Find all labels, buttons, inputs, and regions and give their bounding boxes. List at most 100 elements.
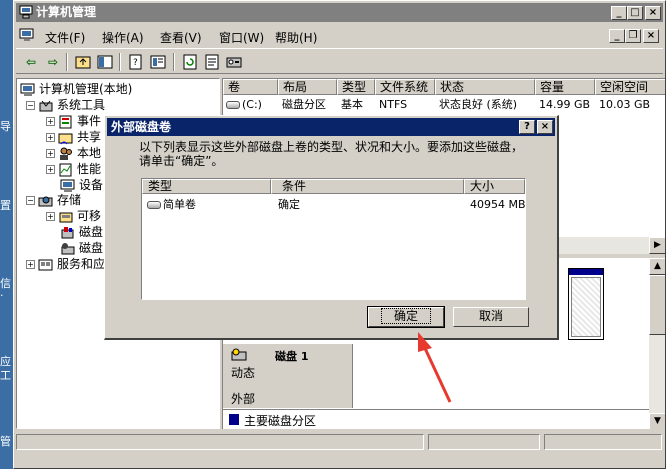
dialog-message-line: 请单击“确定”。 (139, 154, 224, 168)
window-titlebar[interactable]: 计算机管理 _ □ × (16, 3, 663, 22)
scroll-thumb[interactable] (649, 275, 665, 335)
tree-node-device-manager[interactable]: 设备 (60, 177, 103, 193)
list-header-size[interactable]: 大小 (464, 179, 525, 194)
status-cell: 状态良好 (系统) (439, 98, 518, 111)
annotation-arrow-head (418, 332, 432, 352)
back-arrow-icon[interactable]: ⇦ (22, 53, 40, 71)
list-cell-size: 40954 MB (470, 198, 526, 211)
scroll-up-button[interactable]: ▲ (649, 258, 665, 275)
scroll-right-button[interactable]: ▶ (649, 237, 665, 254)
expand-icon[interactable]: + (46, 117, 55, 126)
refresh-icon[interactable] (181, 53, 199, 71)
list-header-condition[interactable]: 条件 (271, 179, 464, 194)
mmc-doc-icon[interactable] (19, 28, 35, 42)
status-section (544, 434, 662, 450)
column-header-type[interactable]: 类型 (337, 79, 375, 95)
disk-status: 动态 (231, 366, 256, 380)
ok-button[interactable]: 确定 (367, 306, 445, 328)
dialog-titlebar[interactable]: 外部磁盘卷 ? × (107, 118, 555, 136)
removable-storage-icon (59, 212, 73, 222)
expand-icon[interactable]: + (46, 165, 55, 174)
tree-node-system-tools[interactable]: − 系统工具 (26, 97, 105, 113)
show-hide-tree-icon[interactable] (96, 53, 114, 71)
annotation-arrow (418, 332, 452, 403)
ok-button-label: 确定 (380, 308, 431, 324)
up-folder-icon[interactable] (74, 53, 92, 71)
dynamic-disk-icon (231, 348, 247, 361)
tree-node-local-users[interactable]: + 本地 (46, 145, 101, 161)
free-space-cell: 10.03 GB (599, 98, 651, 111)
mdi-minimize-button[interactable]: _ (609, 29, 625, 43)
forward-arrow-icon[interactable]: ⇨ (44, 53, 62, 71)
column-header-volume[interactable]: 卷 (223, 79, 278, 95)
annotation-arrow-shaft (421, 343, 452, 403)
tree-node-shared-folders[interactable]: + 共享 (46, 129, 101, 145)
status-bar (16, 432, 663, 452)
event-viewer-icon (59, 115, 72, 128)
expand-icon[interactable]: + (46, 133, 55, 142)
desktop-icon-label: · (0, 289, 4, 302)
expand-icon[interactable]: + (46, 212, 55, 221)
volume-name: (C:) (242, 98, 262, 111)
tree-node-label: 磁盘 (79, 241, 104, 255)
tree-node-root[interactable]: 计算机管理(本地) (20, 81, 132, 97)
properties-help-icon[interactable]: ? (127, 53, 145, 71)
legend-swatch (229, 414, 239, 425)
cancel-button[interactable]: 取消 (453, 307, 529, 327)
menu-file[interactable]: 文件(F) (45, 29, 85, 46)
filesystem-cell: NTFS (379, 98, 408, 111)
details-view-icon[interactable] (149, 53, 167, 71)
legend-bar: 主要磁盘分区 (223, 409, 649, 429)
tree-node-label: 事件 (77, 114, 102, 128)
list-cell-type: 简单卷 (147, 197, 196, 212)
device-manager-icon (60, 179, 75, 192)
computer-icon (20, 83, 35, 96)
column-header-free-space[interactable]: 空闲空间 (595, 79, 665, 95)
export-list-icon[interactable] (203, 53, 221, 71)
disk-info-block[interactable]: 磁盘 1 动态 外部 (223, 344, 353, 408)
shared-folder-icon (58, 133, 73, 144)
column-header-status[interactable]: 状态 (435, 79, 535, 95)
dialog-close-button[interactable]: × (537, 120, 553, 134)
tree-node-removable-storage[interactable]: + 可移 (46, 208, 101, 224)
tree-node-storage[interactable]: − 存储 (26, 192, 81, 208)
tools-icon (39, 100, 53, 111)
disk-management-icon (61, 242, 75, 254)
scroll-down-button[interactable]: ▼ (649, 413, 665, 429)
help-button[interactable]: ? (519, 120, 535, 134)
status-section-main (16, 434, 424, 450)
column-header-capacity[interactable]: 容量 (535, 79, 595, 95)
disk-icon (226, 101, 240, 109)
collapse-icon[interactable]: − (26, 101, 35, 110)
menu-window[interactable]: 窗口(W) (219, 29, 264, 46)
tree-node-label: 服务和应 (57, 257, 106, 271)
desktop-icon-label: 置 (0, 199, 11, 212)
desktop-icon-label: 管 (0, 435, 11, 448)
dialog-message: 以下列表显示这些外部磁盘上卷的类型、状况和大小。要添加这些磁盘， 请单击“确定”… (139, 140, 539, 168)
partition-area (571, 277, 601, 337)
minimize-button[interactable]: _ (611, 6, 627, 20)
column-header-layout[interactable]: 布局 (278, 79, 337, 95)
defrag-icon (61, 226, 74, 238)
expand-icon[interactable]: + (26, 260, 35, 269)
maximize-button[interactable]: □ (627, 6, 643, 20)
list-header-type[interactable]: 类型 (142, 179, 271, 194)
partition-block[interactable] (568, 268, 604, 340)
tree-node-performance[interactable]: + 性能 (46, 161, 101, 177)
storage-icon (38, 196, 53, 206)
mdi-close-button[interactable]: × (643, 29, 659, 43)
expand-icon[interactable]: + (46, 149, 55, 158)
collapse-icon[interactable]: − (26, 196, 35, 205)
menu-action[interactable]: 操作(A) (102, 29, 144, 46)
tree-node-disk-management[interactable]: 磁盘 (60, 240, 103, 256)
column-header-filesystem[interactable]: 文件系统 (375, 79, 435, 95)
mdi-restore-button[interactable]: ❐ (625, 29, 641, 43)
menu-view[interactable]: 查看(V) (160, 29, 202, 46)
vertical-scrollbar[interactable]: ▲ ▼ (649, 258, 665, 429)
tree-node-event-viewer[interactable]: + 事件 (46, 113, 101, 129)
tree-node-disk-defragmenter[interactable]: 磁盘 (60, 224, 103, 240)
tree-node-services-apps[interactable]: + 服务和应 (26, 256, 105, 272)
menu-help[interactable]: 帮助(H) (275, 29, 317, 46)
disk-properties-icon[interactable] (225, 53, 243, 71)
close-button[interactable]: × (645, 6, 661, 20)
